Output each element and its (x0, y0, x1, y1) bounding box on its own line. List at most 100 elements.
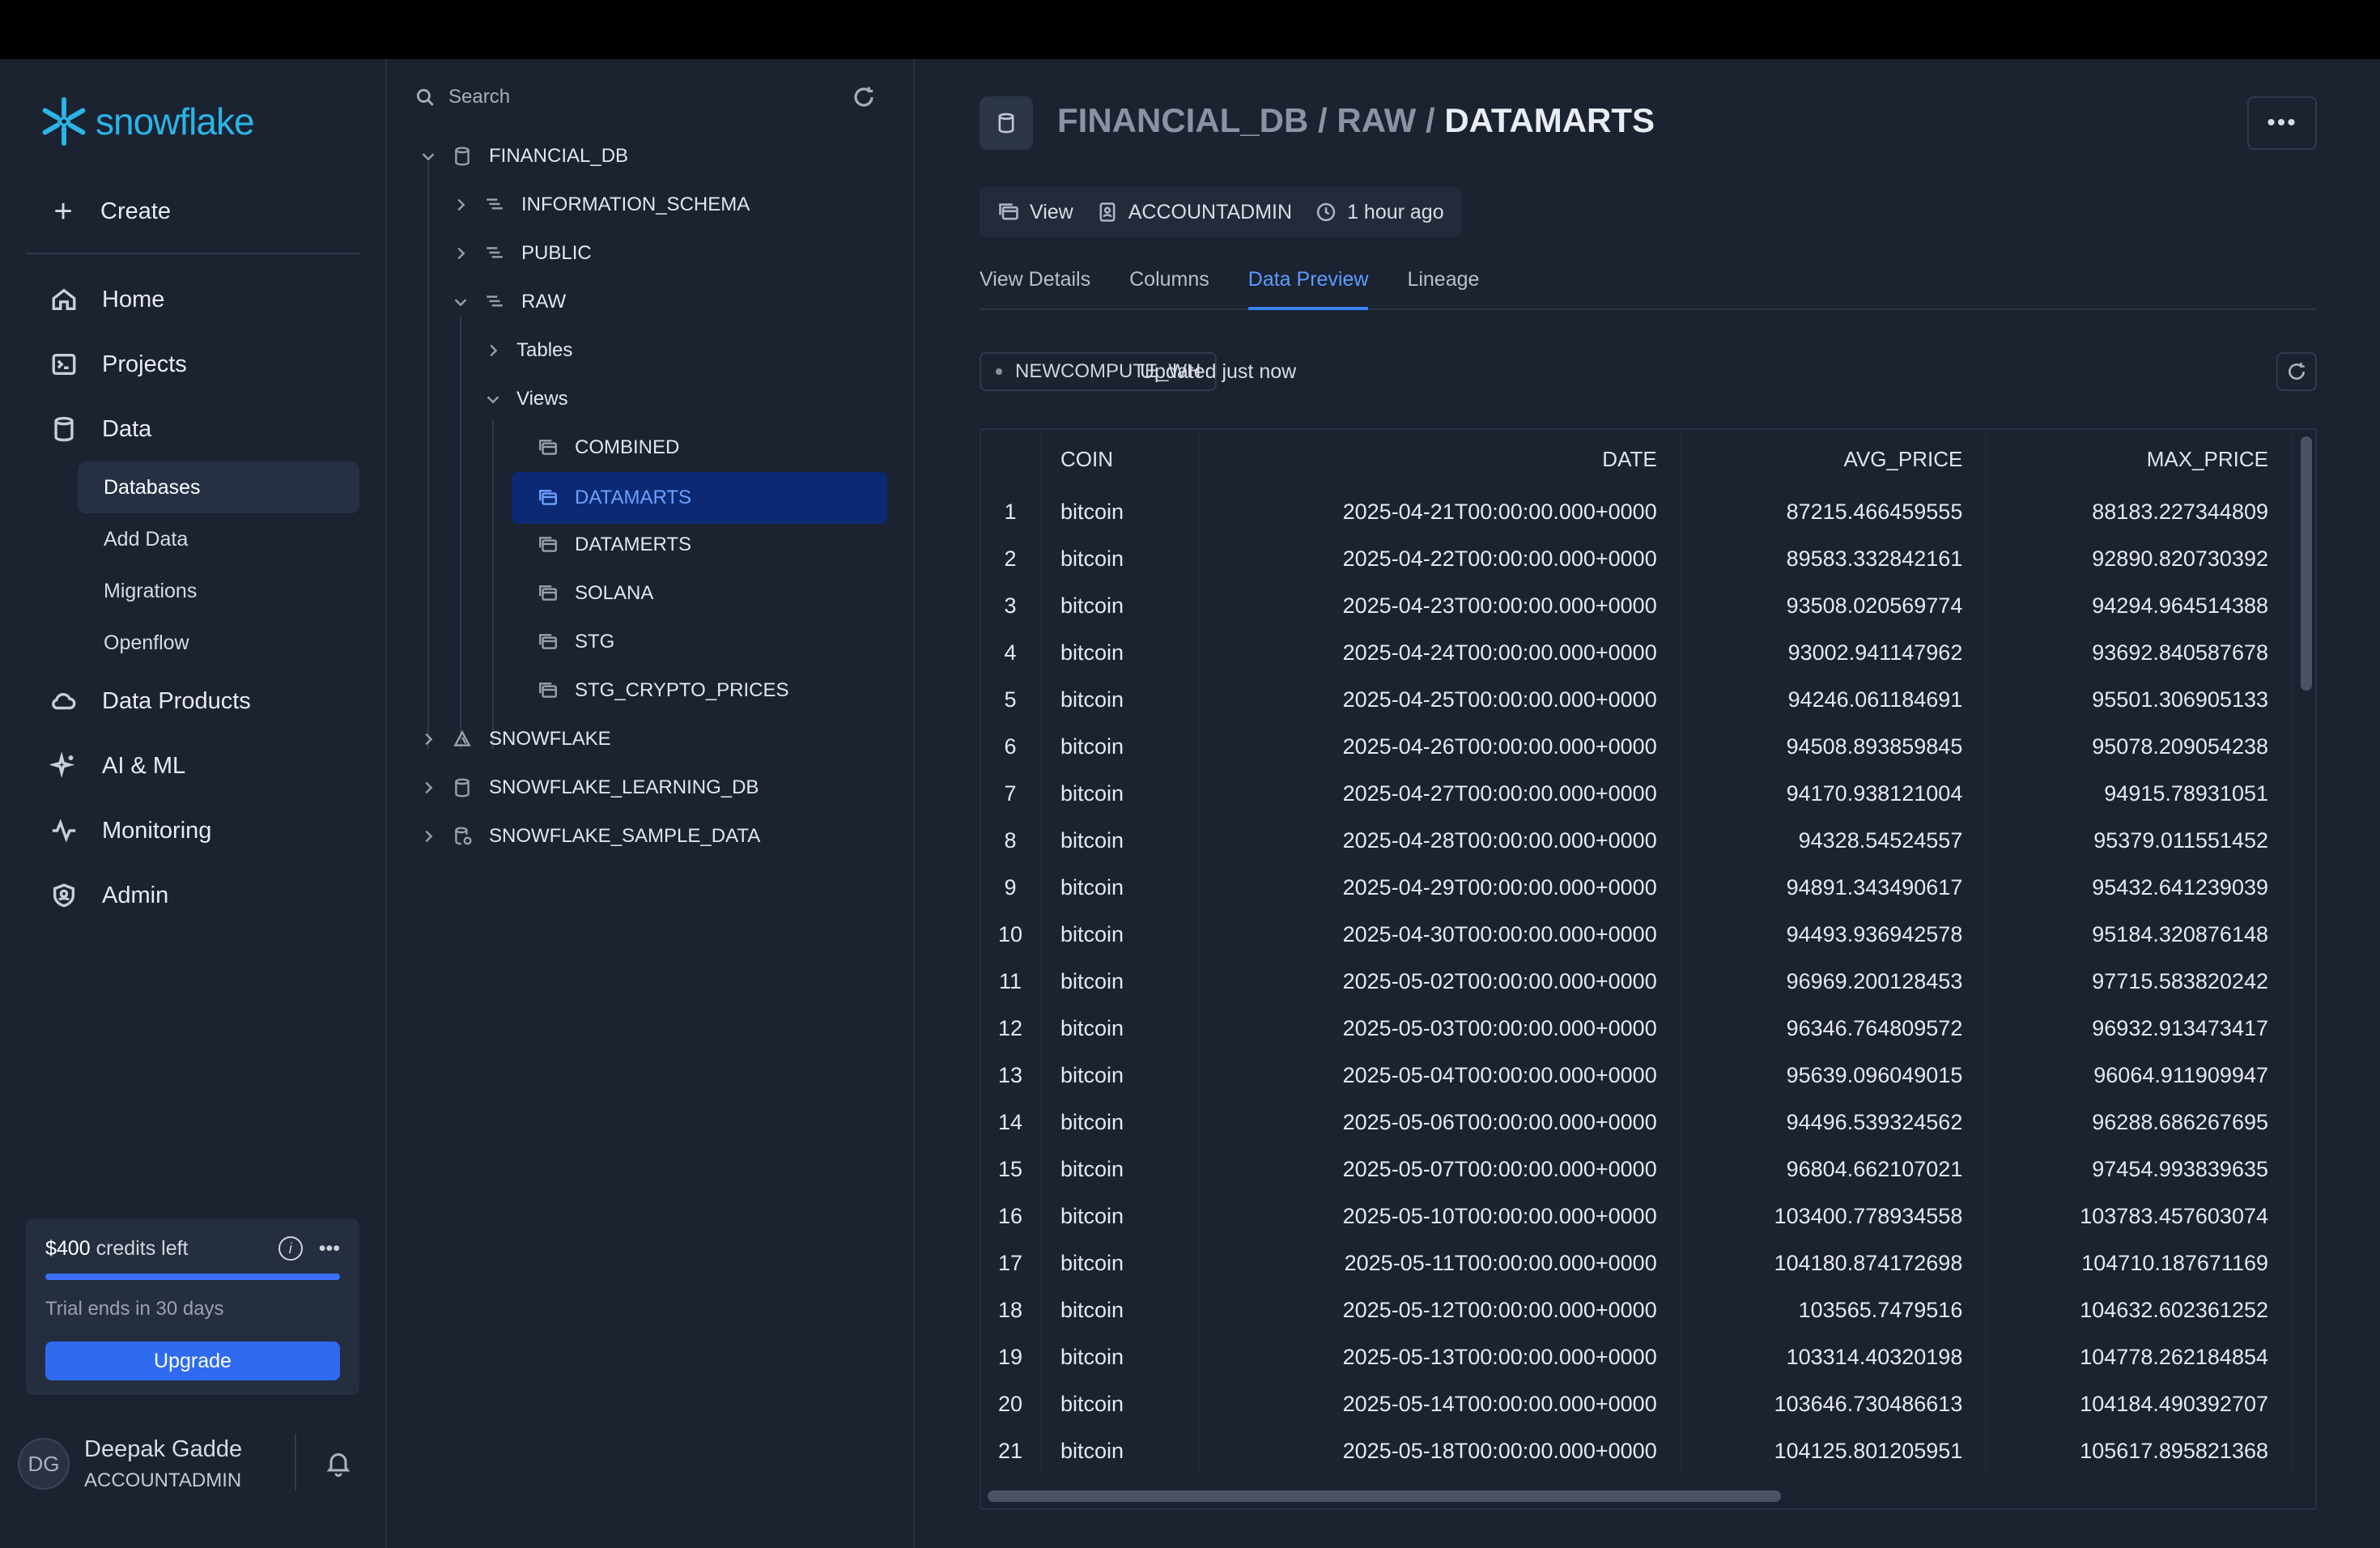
tree-node-tables[interactable]: Tables (484, 330, 572, 372)
column-header-avg-price[interactable]: AVG_PRICE (1680, 430, 1987, 488)
table-row[interactable]: 5 bitcoin 2025-04-25T00:00:00.000+0000 9424… (981, 676, 2293, 723)
table-row[interactable]: 14 bitcoin 2025-05-06T00:00:00.000+0000 944… (981, 1099, 2293, 1146)
table-row[interactable]: 19 bitcoin 2025-05-13T00:00:00.000+0000 103… (981, 1333, 2293, 1380)
table-header-row: COIN DATE AVG_PRICE MAX_PRICE (981, 430, 2293, 488)
create-button[interactable]: + Create (26, 181, 359, 242)
user-menu[interactable]: DG Deepak Gadde ACCOUNTADMIN (18, 1427, 366, 1500)
shared-database-icon (455, 827, 472, 845)
chevron-down-icon[interactable] (419, 147, 437, 165)
chevron-right-icon[interactable] (452, 196, 470, 214)
subnav-item-add-data[interactable]: Add Data (78, 513, 359, 565)
more-actions-button[interactable]: ••• (2247, 96, 2317, 150)
tree-node-datamarts[interactable]: DATAMARTS (512, 472, 887, 524)
search-input[interactable]: Search (448, 86, 510, 108)
tab-data-preview[interactable]: Data Preview (1247, 262, 1369, 310)
subnav-item-databases[interactable]: Databases (78, 461, 359, 513)
cell-avg-price: 94328.54524557 (1680, 817, 1987, 864)
nav-item-home[interactable]: Home (26, 267, 359, 332)
tab-lineage[interactable]: Lineage (1407, 262, 1479, 310)
search-bar[interactable]: Search (414, 77, 876, 117)
tree-node-snowflake[interactable]: SNOWFLAKE (419, 718, 611, 760)
nav-item-admin[interactable]: Admin (26, 863, 359, 928)
cell-date: 2025-04-29T00:00:00.000+0000 (1199, 864, 1681, 911)
horizontal-scrollbar[interactable] (988, 1491, 1781, 1502)
column-header-date[interactable]: DATE (1199, 430, 1681, 488)
cell-avg-price: 96969.200128453 (1680, 958, 1987, 1005)
tree-node-views[interactable]: Views (484, 378, 568, 420)
nav-item-label: Projects (102, 351, 187, 377)
row-number: 12 (981, 1005, 1042, 1052)
vertical-scrollbar[interactable] (2301, 436, 2312, 691)
row-number: 6 (981, 723, 1042, 770)
tree-node-information-schema[interactable]: INFORMATION_SCHEMA (452, 184, 750, 226)
tree-node-financial-db[interactable]: FINANCIAL_DB (419, 135, 628, 177)
chevron-down-icon[interactable] (484, 390, 502, 408)
table-row[interactable]: 16 bitcoin 2025-05-10T00:00:00.000+0000 103… (981, 1193, 2293, 1240)
tree-node-combined[interactable]: COMBINED (538, 427, 679, 469)
more-icon[interactable]: ••• (319, 1237, 340, 1261)
chevron-right-icon[interactable] (484, 342, 502, 359)
chevron-right-icon[interactable] (419, 779, 437, 797)
tab-bar: View Details Columns Data Preview Lineag… (980, 262, 2317, 310)
cell-date: 2025-05-02T00:00:00.000+0000 (1199, 958, 1681, 1005)
snowflake-logo[interactable]: snowflake (37, 95, 255, 148)
chevron-down-icon[interactable] (452, 293, 470, 311)
table-row[interactable]: 7 bitcoin 2025-04-27T00:00:00.000+0000 9417… (981, 770, 2293, 817)
nav-item-data-products[interactable]: Data Products (26, 669, 359, 734)
table-row[interactable]: 2 bitcoin 2025-04-22T00:00:00.000+0000 8958… (981, 535, 2293, 582)
credits-card: $400 credits left i ••• Trial ends in 30… (26, 1218, 359, 1395)
tab-view-details[interactable]: View Details (980, 262, 1090, 310)
table-row[interactable]: 12 bitcoin 2025-05-03T00:00:00.000+0000 963… (981, 1005, 2293, 1052)
tree-node-stg-crypto-prices[interactable]: STG_CRYPTO_PRICES (538, 670, 789, 712)
tree-node-solana[interactable]: SOLANA (538, 572, 653, 615)
table-row[interactable]: 21 bitcoin 2025-05-18T00:00:00.000+0000 104… (981, 1427, 2293, 1474)
table-row[interactable]: 18 bitcoin 2025-05-12T00:00:00.000+0000 103… (981, 1286, 2293, 1333)
create-label: Create (100, 198, 172, 224)
table-row[interactable]: 6 bitcoin 2025-04-26T00:00:00.000+0000 9450… (981, 723, 2293, 770)
tab-columns[interactable]: Columns (1129, 262, 1209, 310)
cell-avg-price: 94246.061184691 (1680, 676, 1987, 723)
subnav-item-openflow[interactable]: Openflow (78, 617, 359, 669)
info-icon[interactable]: i (278, 1236, 303, 1261)
table-row[interactable]: 4 bitcoin 2025-04-24T00:00:00.000+0000 9300… (981, 629, 2293, 676)
nav-item-ai-ml[interactable]: AI & ML (26, 734, 359, 798)
shared-db-icon (453, 729, 471, 746)
table-row[interactable]: 13 bitcoin 2025-05-04T00:00:00.000+0000 956… (981, 1052, 2293, 1099)
tree-node-public[interactable]: PUBLIC (452, 232, 592, 274)
tree-node-snowflake-sample-data[interactable]: SNOWFLAKE_SAMPLE_DATA (419, 815, 760, 857)
table-row[interactable]: 20 bitcoin 2025-05-14T00:00:00.000+0000 103… (981, 1380, 2293, 1427)
tree-node-raw[interactable]: RAW (452, 281, 566, 323)
tree-node-stg[interactable]: STG (538, 621, 614, 663)
table-row[interactable]: 3 bitcoin 2025-04-23T00:00:00.000+0000 9350… (981, 582, 2293, 629)
view-icon (539, 683, 557, 698)
upgrade-button[interactable]: Upgrade (45, 1342, 340, 1380)
table-row[interactable]: 10 bitcoin 2025-04-30T00:00:00.000+0000 944… (981, 911, 2293, 958)
chevron-right-icon[interactable] (452, 245, 470, 262)
table-row[interactable]: 11 bitcoin 2025-05-02T00:00:00.000+0000 969… (981, 958, 2293, 1005)
table-row[interactable]: 1 bitcoin 2025-04-21T00:00:00.000+0000 8721… (981, 488, 2293, 535)
table-row[interactable]: 9 bitcoin 2025-04-29T00:00:00.000+0000 9489… (981, 864, 2293, 911)
breadcrumb[interactable]: FINANCIAL_DB / RAW / (1057, 101, 1444, 139)
row-number: 3 (981, 582, 1042, 629)
tree-node-datamerts[interactable]: DATAMERTS (538, 524, 691, 566)
chevron-right-icon[interactable] (419, 730, 437, 748)
row-number: 13 (981, 1052, 1042, 1099)
table-row[interactable]: 15 bitcoin 2025-05-07T00:00:00.000+0000 968… (981, 1146, 2293, 1193)
column-header-coin[interactable]: COIN (1040, 430, 1201, 488)
nav-item-monitoring[interactable]: Monitoring (26, 798, 359, 863)
chevron-right-icon[interactable] (419, 827, 437, 845)
refresh-button[interactable] (2276, 352, 2317, 391)
nav-item-projects[interactable]: Projects (26, 332, 359, 397)
subnav-item-migrations[interactable]: Migrations (78, 565, 359, 617)
table-row[interactable]: 17 bitcoin 2025-05-11T00:00:00.000+0000 104… (981, 1240, 2293, 1286)
refresh-icon[interactable] (852, 85, 876, 109)
row-number: 20 (981, 1380, 1042, 1427)
view-icon (539, 490, 557, 505)
table-row[interactable]: 8 bitcoin 2025-04-28T00:00:00.000+0000 9432… (981, 817, 2293, 864)
tree-node-snowflake-learning-db[interactable]: SNOWFLAKE_LEARNING_DB (419, 767, 759, 809)
nav-item-data[interactable]: Data (26, 397, 359, 461)
bell-icon[interactable] (324, 1448, 353, 1478)
column-header-max-price[interactable]: MAX_PRICE (1986, 430, 2293, 488)
cell-coin: bitcoin (1040, 911, 1201, 958)
cell-avg-price: 103314.40320198 (1680, 1333, 1987, 1380)
